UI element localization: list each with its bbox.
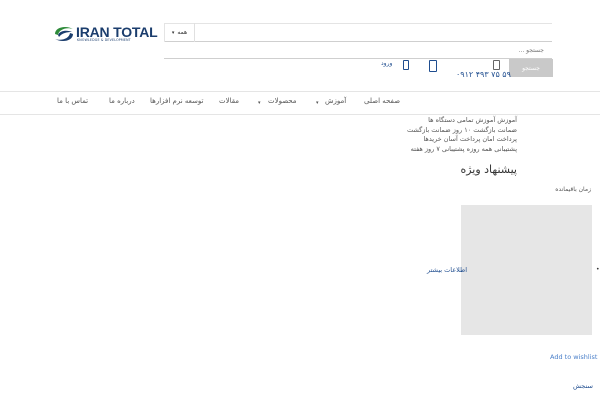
logo-tagline: KNOWLEDGE & DEVELOPMENT bbox=[77, 38, 131, 42]
phone-icon bbox=[493, 60, 500, 70]
nav-item-contact[interactable]: تماس با ما bbox=[57, 97, 88, 105]
compare-link[interactable]: سنجش bbox=[573, 382, 593, 390]
category-select-label: همه bbox=[177, 29, 188, 36]
nav-item-products[interactable]: محصولات bbox=[268, 97, 297, 105]
search-input[interactable] bbox=[164, 44, 544, 56]
search-button[interactable]: جستجو bbox=[509, 59, 553, 77]
info-line-guarantee: ضمانت بازگشت ۱۰ روز ضمانت بازگشت bbox=[406, 126, 517, 134]
user-icon[interactable] bbox=[403, 60, 409, 70]
product-image[interactable] bbox=[461, 205, 592, 335]
nav-item-home[interactable]: صفحه اصلی bbox=[364, 97, 400, 105]
search-box bbox=[164, 23, 552, 42]
nav-item-articles[interactable]: مقالات bbox=[219, 97, 239, 105]
nav-item-training[interactable]: آموزش bbox=[325, 97, 346, 105]
add-to-wishlist-link[interactable]: Add to wishlist bbox=[550, 353, 597, 361]
info-line-training: آموزش آموزش تمامی دستگاه ها bbox=[428, 116, 517, 124]
info-line-support: پشتیبانی همه روزه پشتیبانی ۷ روز هفته bbox=[410, 145, 517, 153]
nav-item-software-dev[interactable]: توسعه نرم افزارها bbox=[150, 97, 203, 105]
cart-icon[interactable] bbox=[429, 60, 437, 72]
main-nav bbox=[0, 91, 600, 115]
category-select[interactable]: ▾ همه bbox=[164, 23, 195, 42]
nav-item-about[interactable]: درباره ما bbox=[109, 97, 135, 105]
logo-emblem-icon bbox=[55, 26, 73, 42]
phone-number[interactable]: ۰۹۱۲ ۴۹۳ ۷۵ ۵۹ bbox=[456, 70, 511, 79]
info-line-payment: پرداخت امان پرداخت آسان خریدها bbox=[423, 135, 517, 143]
chevron-down-icon: ▾ bbox=[316, 100, 319, 106]
search-underline bbox=[164, 58, 552, 59]
bullet-dot-icon: • bbox=[596, 266, 600, 273]
chevron-down-icon: ▾ bbox=[258, 100, 261, 106]
more-info-link[interactable]: اطلاعات بیشتر bbox=[427, 266, 467, 274]
time-left-label: زمان باقیمانده bbox=[555, 186, 591, 193]
special-offer-title: پیشنهاد ویژه bbox=[460, 163, 517, 176]
login-link[interactable]: ورود bbox=[381, 60, 392, 67]
chevron-down-icon: ▾ bbox=[171, 29, 175, 36]
